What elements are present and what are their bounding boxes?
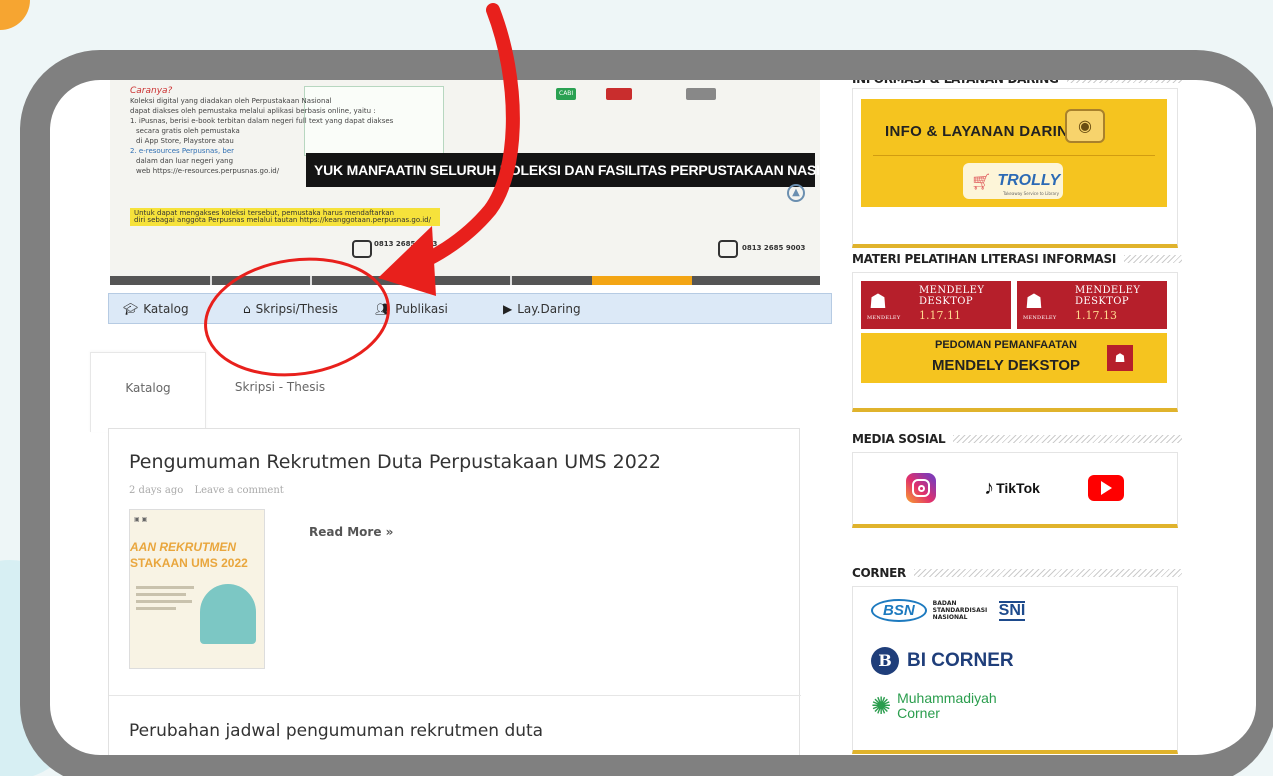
banner-stripe-active [592, 276, 692, 285]
laptop-icon: ◉ [1065, 109, 1105, 143]
corner-decoration [0, 0, 30, 30]
nav-item-publikasi[interactable]: 👥︎ Publikasi [375, 302, 503, 316]
thumb-line-1: AAN REKRUTMEN [130, 540, 236, 554]
banner-item-1: 1. iPusnas, berisi e-book terbitan dalam… [130, 117, 394, 125]
leave-comment-link[interactable]: Leave a comment [192, 755, 281, 766]
divider [109, 695, 801, 696]
widget-title-media-sosial: MEDIA SOSIAL [852, 432, 1182, 446]
widget-media-sosial: ♪ TikTok [852, 452, 1178, 528]
contact-number-1: 0813 2685 9003 [374, 240, 438, 248]
banner-highlight: Untuk dapat mengakses koleksi tersebut, … [130, 208, 440, 226]
chat-icon [352, 240, 372, 258]
tiktok-icon: ♪ [984, 476, 995, 499]
users-icon: 👥︎ [375, 301, 391, 316]
sun-icon: ✺ [871, 692, 892, 720]
thumb-line-2: STAKAAN UMS 2022 [130, 556, 248, 570]
tiktok-link[interactable]: ♪ TikTok [984, 477, 1040, 500]
banner-logos: CABI [490, 84, 810, 114]
banner-contact-left: 0813 2685 9003 [164, 240, 437, 270]
nav-item-skripsi[interactable]: ⌂ Skripsi/Thesis [243, 302, 375, 316]
bsn-name: BADAN STANDARDISASI NASIONAL [932, 600, 988, 621]
mendeley-1-17-13[interactable]: ☗ MENDELEY MENDELEY DESKTOP 1.17.13 [1017, 281, 1167, 329]
trolly-sub: Takeaway Service to Library [1003, 191, 1060, 196]
youtube-icon[interactable] [1087, 475, 1124, 501]
mendeley-logo-icon: ☗ [1025, 289, 1043, 313]
post-meta: 2 days ago Leave a comment [129, 485, 292, 496]
info-layanan-banner[interactable]: INFO & LAYANAN DARING ◉ 🛒︎ TROLLY Takeaw… [861, 99, 1167, 207]
divider [873, 155, 1155, 156]
tab-katalog[interactable]: Katalog [90, 352, 206, 432]
nav-label: Katalog [143, 301, 189, 316]
video-camera-icon: ▶ [503, 301, 513, 316]
bi-corner-link[interactable]: B BI CORNER [871, 647, 1014, 675]
banner-item-1b: secara gratis oleh pemustaka [136, 127, 240, 135]
post-meta: 6 days ago Leave a comment [129, 755, 282, 766]
bsn-sni-link[interactable]: BSN BADAN STANDARDISASI NASIONAL SNI [871, 599, 1026, 622]
logo-cabi: CABI [556, 88, 577, 100]
contact-number-2: 0813 2685 9003 [742, 244, 806, 252]
banner-desc-2: dapat diakses oleh pemustaka melalui apl… [130, 107, 376, 115]
nav-label: Publikasi [395, 301, 448, 316]
muhammadiyah-corner-link[interactable]: ✺ Muhammadiyah Corner [871, 691, 997, 721]
banner-stripe [110, 276, 820, 285]
home-icon: ⌂ [243, 301, 251, 316]
banner-highlight-2: diri sebagai anggota Perpusnas melalui t… [134, 216, 431, 224]
mendeley-1-17-11[interactable]: ☗ MENDELEY MENDELEY DESKTOP 1.17.11 [861, 281, 1011, 329]
post-title[interactable]: Pengumuman Rekrutmen Duta Perpustakaan U… [129, 451, 661, 473]
logo-gray [686, 88, 716, 100]
post-date: 2 days ago [129, 485, 184, 496]
nav-label: Lay.Daring [517, 301, 581, 316]
banner-desc-1: Koleksi digital yang diadakan oleh Perpu… [130, 97, 332, 105]
cart-icon: 🛒︎ [971, 171, 992, 191]
mendeley-downloads: ☗ MENDELEY MENDELEY DESKTOP 1.17.11 ☗ ME… [861, 281, 1167, 329]
widget-corner: BSN BADAN STANDARDISASI NASIONAL SNI B B… [852, 586, 1178, 754]
mendeley-logo-icon: ☗ [1107, 345, 1133, 371]
graduation-cap-icon: 🎓︎ [123, 301, 139, 316]
sni-logo: SNI [998, 600, 1026, 621]
chat-icon [718, 240, 738, 258]
post-list: Pengumuman Rekrutmen Duta Perpustakaan U… [108, 428, 801, 766]
nav-label: Skripsi/Thesis [255, 301, 338, 316]
content-tabs: Katalog Skripsi - Thesis [90, 352, 350, 432]
trolly-button[interactable]: 🛒︎ TROLLY Takeaway Service to Library [963, 163, 1063, 199]
scroll-up-icon[interactable]: ▲ [787, 184, 805, 202]
logo-red [606, 88, 632, 100]
widget-layanan-daring: INFO & LAYANAN DARING ◉ 🛒︎ TROLLY Takeaw… [852, 88, 1178, 248]
bsn-logo: BSN [871, 599, 927, 622]
banner-cara-label: Caranya? [130, 86, 173, 96]
read-more-link[interactable]: Read More » [309, 525, 393, 539]
banner-item-1c: di App Store, Playstore atau [136, 137, 234, 145]
banner-caption: YUK MANFAATIN SELURUH KOLEKSI DAN FASILI… [306, 153, 820, 187]
mendeley-logo-icon: ☗ [869, 289, 887, 313]
nav-item-katalog[interactable]: 🎓︎ Katalog [123, 302, 243, 316]
widget-materi: ☗ MENDELEY MENDELEY DESKTOP 1.17.11 ☗ ME… [852, 272, 1178, 412]
trolly-label: TROLLY [997, 172, 1061, 189]
widget-title-informasi: INFORMASI & LAYANAN DARING [852, 80, 1182, 86]
thumb-logo: ▣ ▣ [134, 516, 148, 523]
post-date: 6 days ago [129, 755, 184, 766]
instagram-icon[interactable] [906, 473, 937, 503]
screenshot-frame: Caranya? Koleksi digital yang diadakan o… [20, 50, 1273, 776]
thumb-figure [200, 584, 256, 644]
pedoman-mendeley-banner[interactable]: PEDOMAN PEMANFAATAN MENDELY DEKSTOP ☗ [861, 333, 1167, 383]
hero-banner[interactable]: Caranya? Koleksi digital yang diadakan o… [110, 80, 820, 285]
category-nav: 🎓︎ Katalog ⌂ Skripsi/Thesis 👥︎ Publikasi… [108, 293, 832, 324]
thumb-text-lines [136, 586, 196, 614]
tab-skripsi-thesis[interactable]: Skripsi - Thesis [210, 352, 350, 432]
bi-logo-icon: B [871, 647, 899, 675]
post-thumbnail[interactable]: ▣ ▣ AAN REKRUTMEN STAKAAN UMS 2022 [129, 509, 265, 669]
widget-title-corner: CORNER [852, 566, 1182, 580]
widget-title-materi: MATERI PELATIHAN LITERASI INFORMASI [852, 252, 1182, 266]
info-title: INFO & LAYANAN DARING [885, 123, 1081, 140]
leave-comment-link[interactable]: Leave a comment [194, 485, 283, 496]
social-links: ♪ TikTok [853, 453, 1177, 523]
post-title[interactable]: Perubahan jadwal pengumuman rekrutmen du… [129, 721, 543, 741]
nav-item-laydaring[interactable]: ▶ Lay.Daring [503, 302, 581, 316]
